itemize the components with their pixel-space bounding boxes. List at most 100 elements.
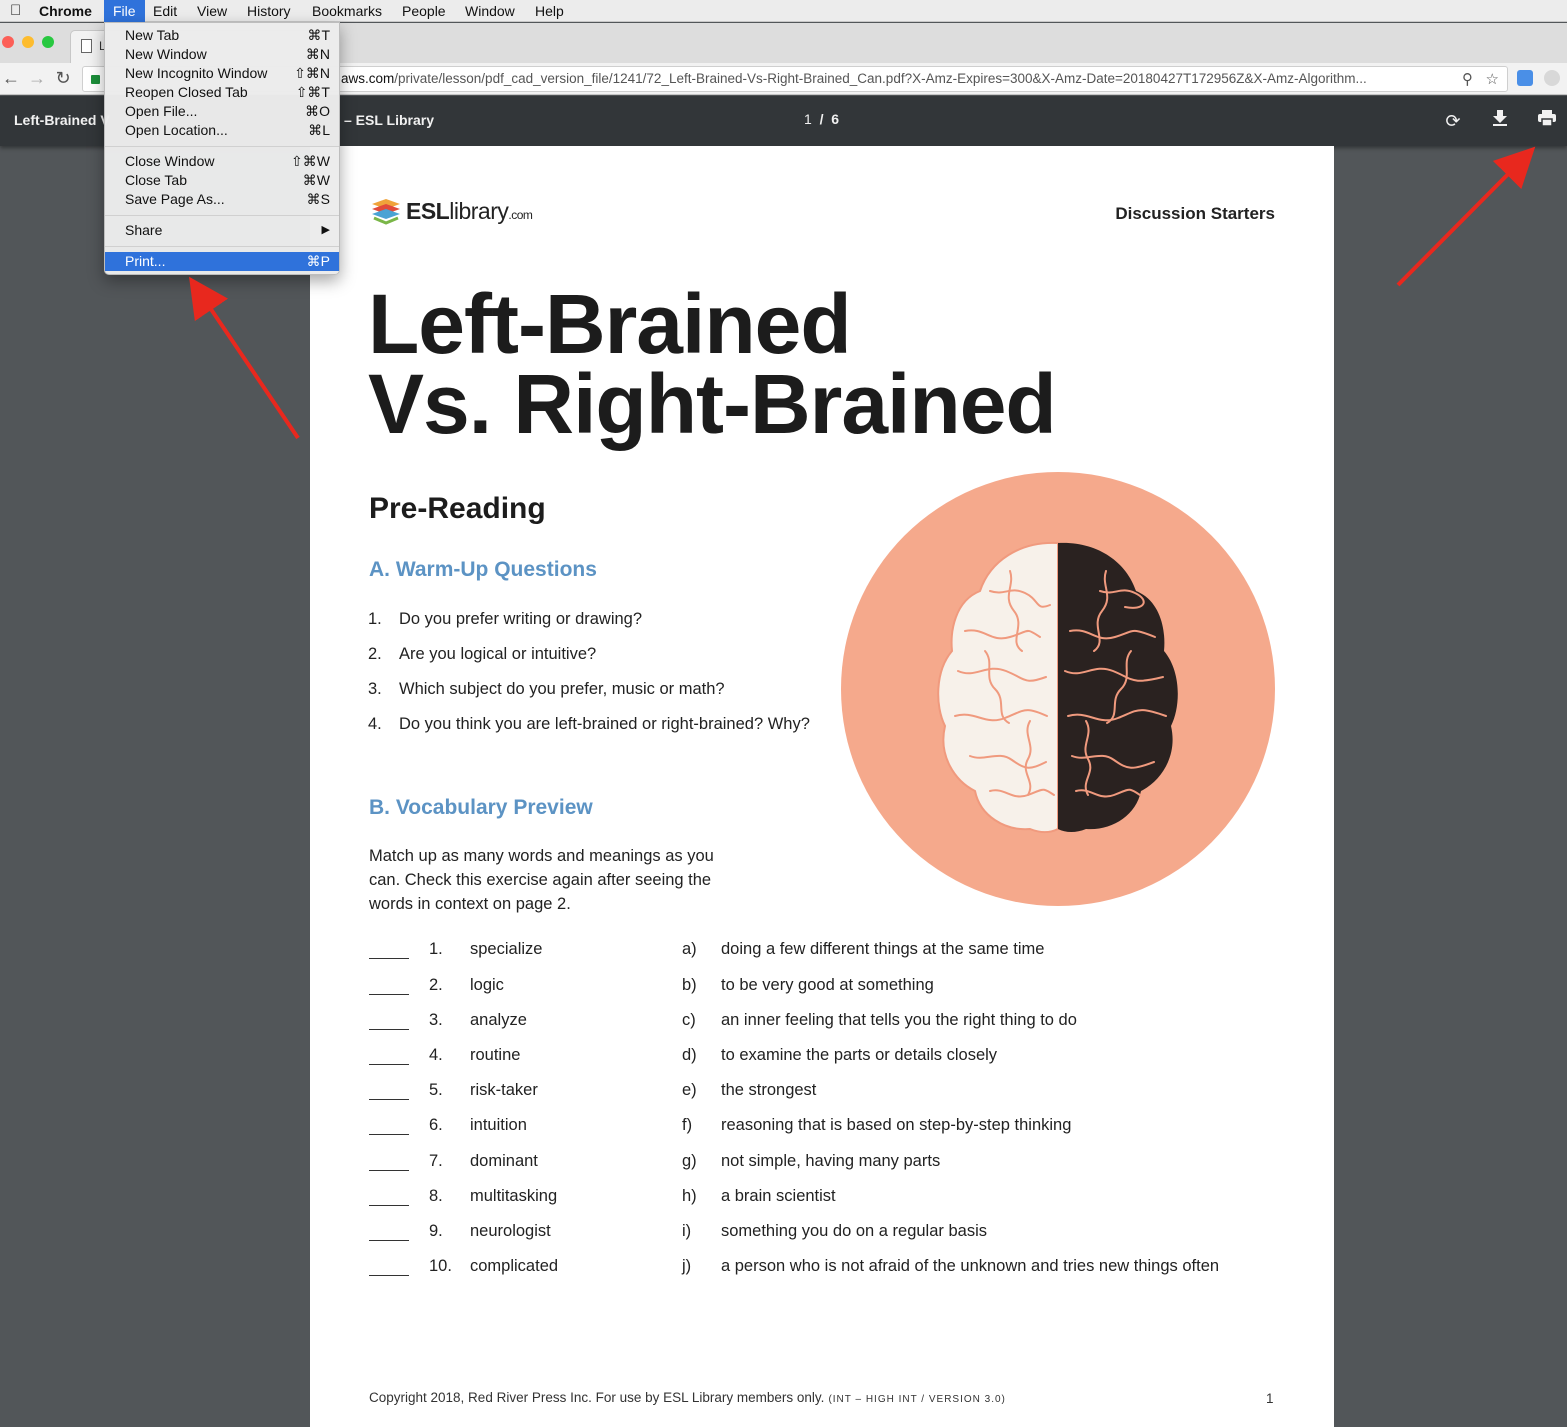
menu-view[interactable]: View: [188, 0, 236, 22]
bookmark-star-icon[interactable]: ☆: [1486, 70, 1499, 88]
vocab-word: dominant: [470, 1152, 538, 1170]
page-indicator: 1 / 6: [804, 111, 840, 127]
definition-text: an inner feeling that tells you the righ…: [721, 1011, 1077, 1029]
answer-blank[interactable]: [369, 1275, 409, 1276]
footer-copyright: Copyright 2018, Red River Press Inc. For…: [369, 1390, 1006, 1405]
menu-item-close-window[interactable]: Close Window ⇧⌘W: [105, 152, 339, 171]
vocab-number: 3.: [429, 1011, 443, 1029]
definition-text: a brain scientist: [721, 1187, 836, 1205]
vocab-word: specialize: [470, 940, 543, 958]
download-icon[interactable]: [1487, 108, 1513, 134]
menu-separator: [105, 146, 339, 147]
extension-icon[interactable]: [1517, 70, 1533, 86]
logo-icon: [372, 199, 400, 225]
pdf-title: Left-Brained V: [14, 112, 110, 128]
menu-item-open-location[interactable]: Open Location... ⌘L: [105, 121, 339, 140]
menu-item-print[interactable]: Print... ⌘P: [105, 252, 339, 271]
section-heading: Pre-Reading: [369, 492, 546, 525]
esl-library-logo: ESLlibrary.com: [370, 196, 533, 228]
menu-item-open-file[interactable]: Open File... ⌘O: [105, 102, 339, 121]
answer-blank[interactable]: [369, 1064, 409, 1065]
zoom-icon[interactable]: ⚲: [1462, 70, 1473, 88]
definition-text: reasoning that is based on step-by-step …: [721, 1116, 1072, 1134]
section-a-heading: A. Warm-Up Questions: [369, 558, 597, 581]
vocab-word: multitasking: [470, 1187, 558, 1205]
header-right: Discussion Starters: [1115, 204, 1275, 223]
vocab-number: 1.: [429, 940, 443, 958]
answer-blank[interactable]: [369, 1170, 409, 1171]
back-arrow-icon[interactable]: ←: [0, 67, 22, 89]
definition-letter: f): [682, 1116, 693, 1134]
forward-arrow-icon[interactable]: →: [26, 67, 48, 89]
section-b-heading: B. Vocabulary Preview: [369, 796, 593, 819]
rotate-icon[interactable]: ⟳: [1440, 108, 1466, 134]
menu-item-new-window[interactable]: New Window ⌘N: [105, 45, 339, 64]
vocab-word: intuition: [470, 1116, 527, 1134]
menu-people[interactable]: People: [393, 0, 455, 22]
reload-icon[interactable]: ↻: [52, 67, 74, 89]
answer-blank[interactable]: [369, 958, 409, 959]
menu-edit[interactable]: Edit: [144, 0, 186, 22]
pdf-title-suffix: – ESL Library: [344, 112, 435, 128]
vocab-row: 3. analyze c) an inner feeling that tells y…: [369, 1011, 1289, 1035]
answer-blank[interactable]: [369, 1099, 409, 1100]
menu-item-save-page-as[interactable]: Save Page As... ⌘S: [105, 190, 339, 209]
footer-page-number: 1: [1266, 1391, 1274, 1406]
definition-text: doing a few different things at the same…: [721, 940, 1045, 958]
menu-window[interactable]: Window: [456, 0, 524, 22]
arrow-to-print-icon: [1396, 146, 1536, 287]
definition-text: to examine the parts or details closely: [721, 1046, 998, 1064]
apple-menu-icon[interactable]: : [4, 0, 27, 22]
vocab-word: routine: [470, 1046, 521, 1064]
close-window-button[interactable]: [2, 36, 14, 48]
menu-file[interactable]: File: [104, 0, 145, 22]
answer-blank[interactable]: [369, 1134, 409, 1135]
submenu-arrow-icon: ▶: [321, 224, 330, 236]
vocab-number: 9.: [429, 1222, 443, 1240]
menu-item-reopen-closed-tab[interactable]: Reopen Closed Tab ⇧⌘T: [105, 83, 339, 102]
vocab-row: 7. dominant g) not simple, having many part…: [369, 1152, 1289, 1176]
vocab-word: risk-taker: [470, 1081, 538, 1099]
vocab-number: 4.: [429, 1046, 443, 1064]
zoom-window-button[interactable]: [42, 36, 54, 48]
vocab-word: complicated: [470, 1257, 559, 1275]
vocab-row: 6. intuition f) reasoning that is based on …: [369, 1116, 1289, 1140]
menu-separator: [105, 215, 339, 216]
definition-letter: g): [682, 1152, 697, 1170]
print-icon[interactable]: [1534, 108, 1560, 134]
menu-app-chrome[interactable]: Chrome: [30, 0, 101, 22]
menu-item-new-incognito-window[interactable]: New Incognito Window ⇧⌘N: [105, 64, 339, 83]
arrow-to-print-menu: [189, 276, 300, 440]
answer-blank[interactable]: [369, 1205, 409, 1206]
menu-item-share[interactable]: Share ▶: [105, 221, 339, 240]
vocab-number: 8.: [429, 1187, 443, 1205]
vocab-row: 10. complicated j) a person who is not afra…: [369, 1257, 1289, 1281]
vocab-row: 4. routine d) to examine the parts or detai…: [369, 1046, 1289, 1070]
menu-item-new-tab[interactable]: New Tab ⌘T: [105, 26, 339, 45]
vocab-row: 9. neurologist i) something you do on a reg…: [369, 1222, 1289, 1246]
menu-help[interactable]: Help: [526, 0, 573, 22]
answer-blank[interactable]: [369, 994, 409, 995]
definition-letter: c): [682, 1011, 696, 1029]
definition-letter: d): [682, 1046, 697, 1064]
definition-letter: i): [682, 1222, 692, 1240]
vocab-row: 5. risk-taker e) the strongest: [369, 1081, 1289, 1105]
vocab-word: neurologist: [470, 1222, 551, 1240]
menu-history[interactable]: History: [238, 0, 300, 22]
minimize-window-button[interactable]: [22, 36, 34, 48]
definition-letter: j): [682, 1257, 692, 1275]
vocab-word: analyze: [470, 1011, 527, 1029]
menu-item-close-tab[interactable]: Close Tab ⌘W: [105, 171, 339, 190]
vocab-number: 2.: [429, 976, 443, 994]
profile-icon[interactable]: [1544, 70, 1560, 86]
pdf-page: ESLlibrary.com Discussion Starters Left-…: [310, 146, 1334, 1427]
definition-letter: b): [682, 976, 697, 994]
vocab-row: 1. specialize a) doing a few different thin…: [369, 940, 1289, 964]
menu-bookmarks[interactable]: Bookmarks: [303, 0, 391, 22]
answer-blank[interactable]: [369, 1240, 409, 1241]
current-page[interactable]: 1: [804, 111, 812, 127]
vocab-word: logic: [470, 976, 504, 994]
answer-blank[interactable]: [369, 1029, 409, 1030]
vocab-number: 7.: [429, 1152, 443, 1170]
file-menu-dropdown: New Tab ⌘T New Window ⌘N New Incognito Win…: [104, 22, 340, 275]
